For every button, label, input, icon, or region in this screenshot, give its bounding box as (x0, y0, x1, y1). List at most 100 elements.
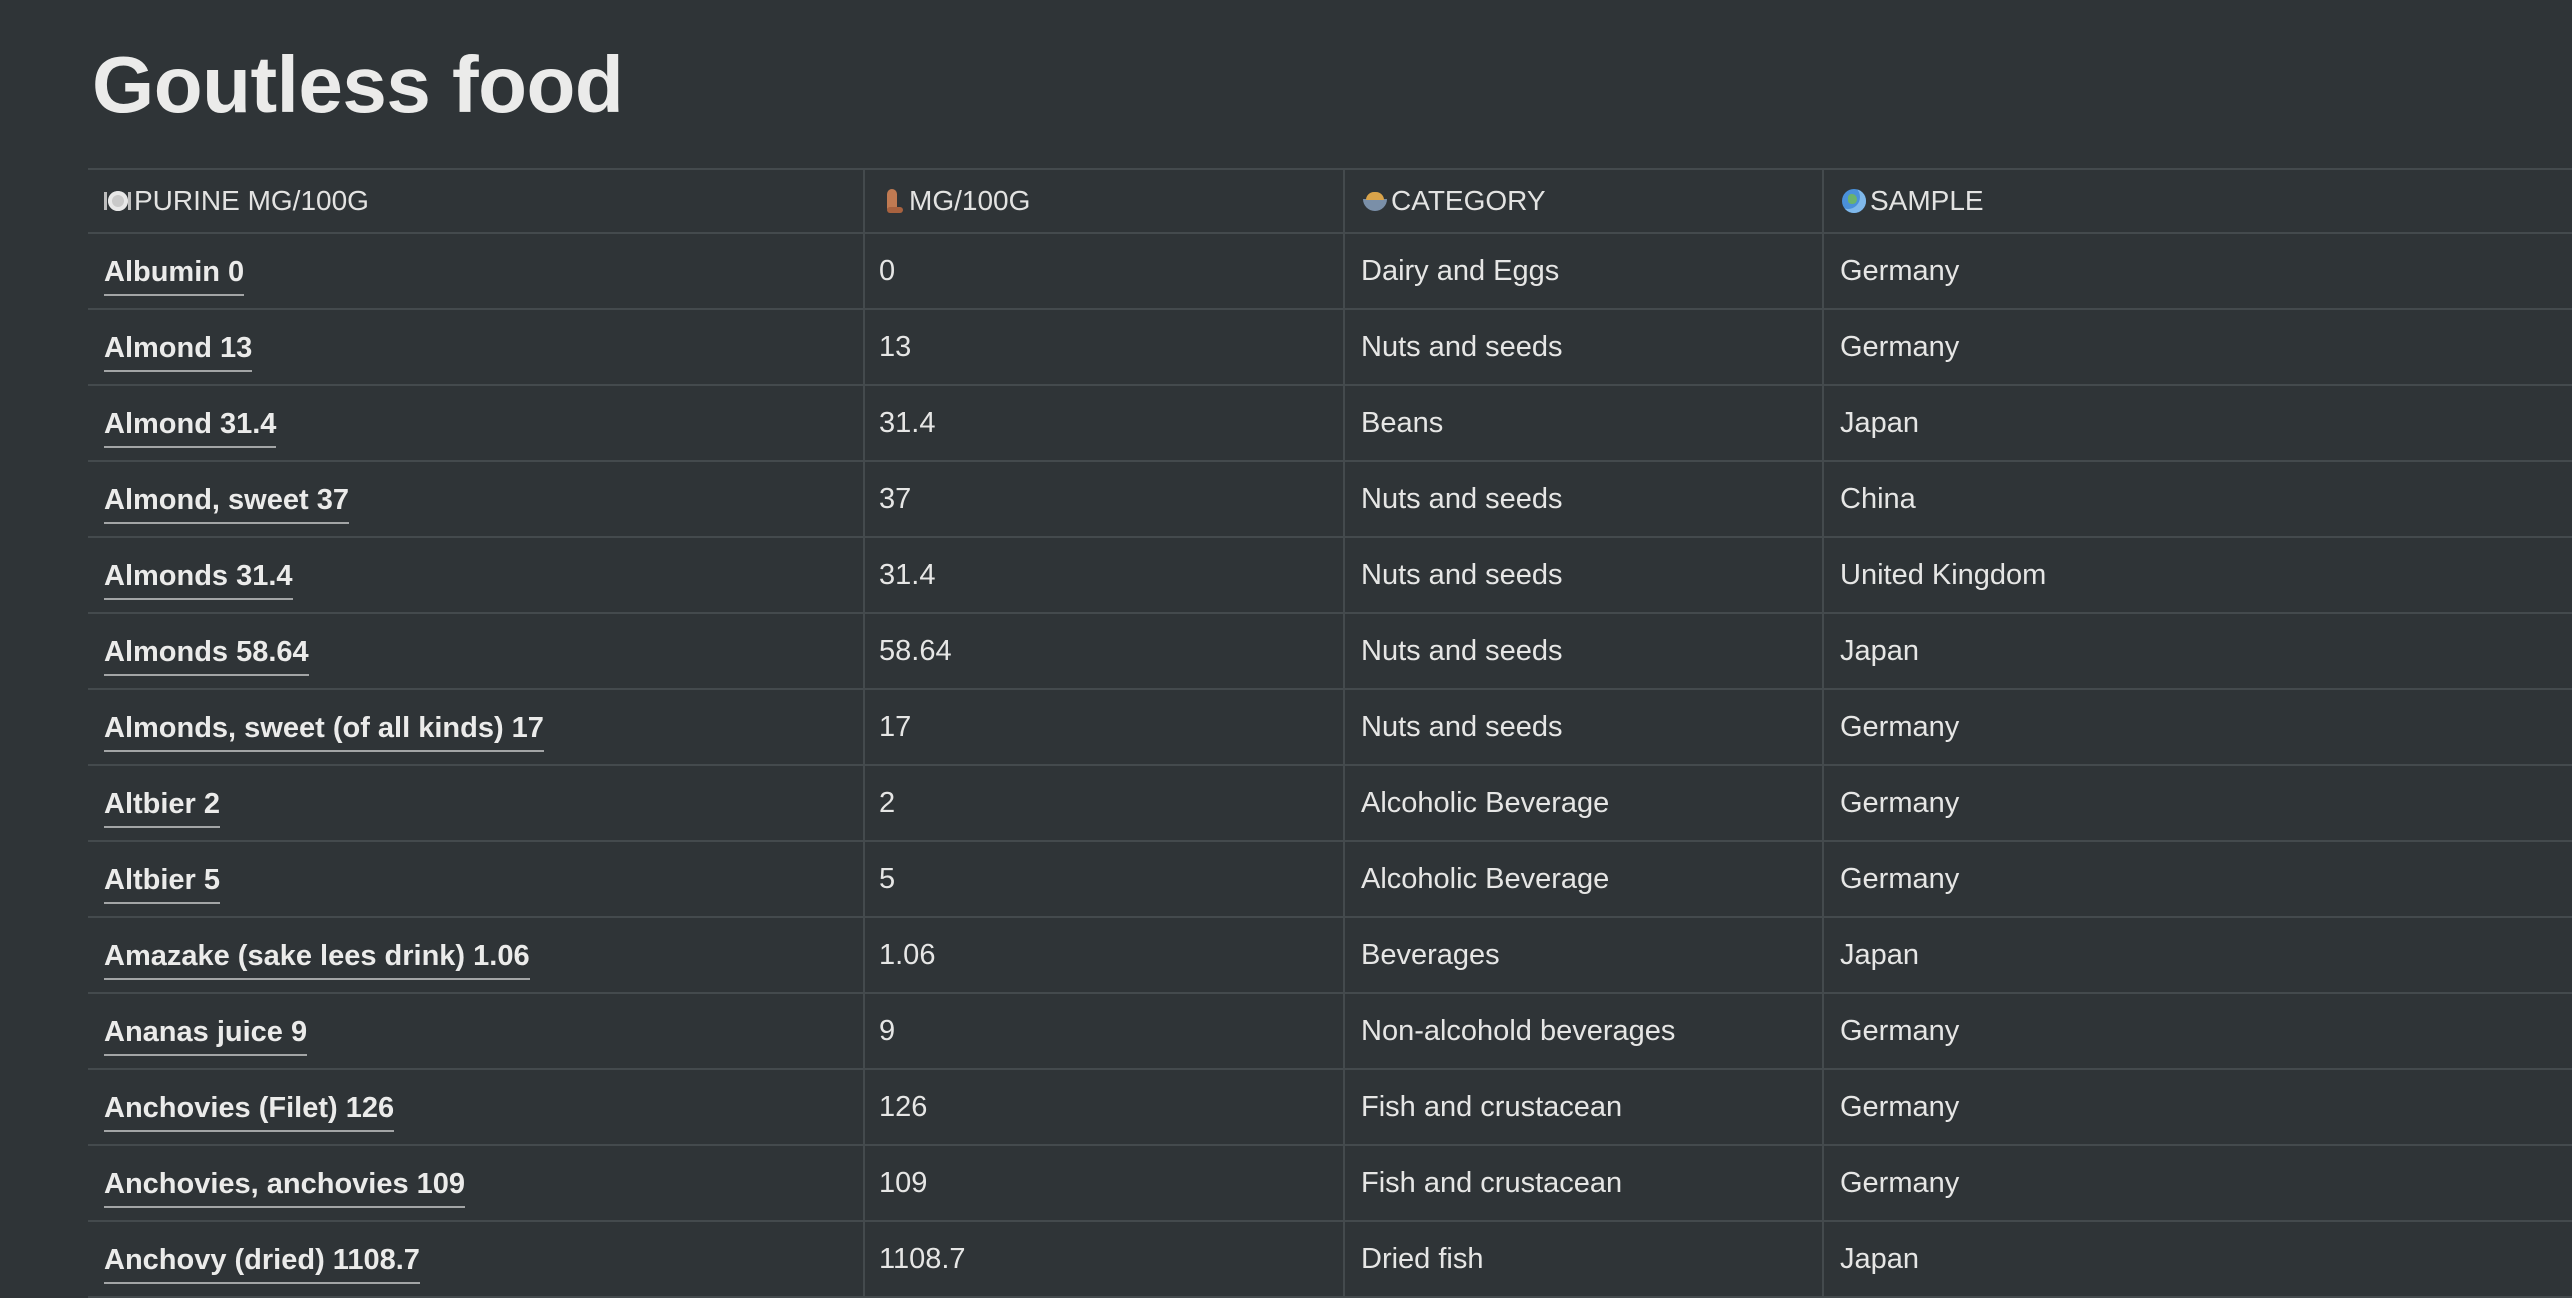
database-table: PURINE MG/100G MG/100G CATEGORY SAMPLE A… (88, 168, 2572, 1298)
name-cell[interactable]: Altbier 5 (88, 842, 865, 916)
category-cell[interactable]: Nuts and seeds (1345, 690, 1824, 764)
table-row: Almonds 58.64 58.64 Nuts and seeds Japan (88, 614, 2572, 690)
name-cell[interactable]: Albumin 0 (88, 234, 865, 308)
row-title-link[interactable]: Almond 31.4 (104, 408, 277, 448)
name-cell[interactable]: Almond 31.4 (88, 386, 865, 460)
table-row: Anchovies (Filet) 126 126 Fish and crust… (88, 1070, 2572, 1146)
mg-cell[interactable]: 5 (865, 842, 1345, 916)
category-cell[interactable]: Alcoholic Beverage (1345, 766, 1824, 840)
row-title-link[interactable]: Almond, sweet 37 (104, 484, 349, 524)
sample-cell[interactable]: Germany (1824, 842, 2572, 916)
page: Goutless food PURINE MG/100G MG/100G CAT… (0, 0, 2572, 1298)
name-cell[interactable]: Ananas juice 9 (88, 994, 865, 1068)
table-row: Almond, sweet 37 37 Nuts and seeds China (88, 462, 2572, 538)
sample-cell[interactable]: Germany (1824, 690, 2572, 764)
globe-icon (1840, 187, 1868, 215)
row-title-link[interactable]: Anchovies (Filet) 126 (104, 1092, 395, 1132)
category-cell[interactable]: Beans (1345, 386, 1824, 460)
mg-cell[interactable]: 2 (865, 766, 1345, 840)
name-cell[interactable]: Almond 13 (88, 310, 865, 384)
table-header-row: PURINE MG/100G MG/100G CATEGORY SAMPLE (88, 170, 2572, 234)
name-cell[interactable]: Anchovies (Filet) 126 (88, 1070, 865, 1144)
table-row: Anchovy (dried) 1108.7 1108.7 Dried fish… (88, 1222, 2572, 1298)
name-cell[interactable]: Almonds 31.4 (88, 538, 865, 612)
page-title: Goutless food (92, 40, 624, 129)
mg-cell[interactable]: 9 (865, 994, 1345, 1068)
mg-cell[interactable]: 1.06 (865, 918, 1345, 992)
category-cell[interactable]: Fish and crustacean (1345, 1070, 1824, 1144)
mg-cell[interactable]: 1108.7 (865, 1222, 1345, 1296)
column-header-category[interactable]: CATEGORY (1345, 170, 1824, 232)
mg-cell[interactable]: 58.64 (865, 614, 1345, 688)
column-header-label: PURINE MG/100G (134, 185, 369, 216)
row-title-link[interactable]: Altbier 2 (104, 788, 221, 828)
mg-cell[interactable]: 109 (865, 1146, 1345, 1220)
row-title-link[interactable]: Amazake (sake lees drink) 1.06 (104, 940, 530, 980)
table-row: Ananas juice 9 9 Non-alcohold beverages … (88, 994, 2572, 1070)
category-cell[interactable]: Alcoholic Beverage (1345, 842, 1824, 916)
category-cell[interactable]: Beverages (1345, 918, 1824, 992)
mg-cell[interactable]: 13 (865, 310, 1345, 384)
category-cell[interactable]: Dairy and Eggs (1345, 234, 1824, 308)
column-header-mg[interactable]: MG/100G (865, 170, 1345, 232)
name-cell[interactable]: Amazake (sake lees drink) 1.06 (88, 918, 865, 992)
row-title-link[interactable]: Altbier 5 (104, 864, 221, 904)
sample-cell[interactable]: Germany (1824, 994, 2572, 1068)
mg-cell[interactable]: 0 (865, 234, 1345, 308)
table-row: Almonds 31.4 31.4 Nuts and seeds United … (88, 538, 2572, 614)
row-title-link[interactable]: Almonds, sweet (of all kinds) 17 (104, 712, 544, 752)
sample-cell[interactable]: Japan (1824, 918, 2572, 992)
sample-cell[interactable]: China (1824, 462, 2572, 536)
plate-icon (104, 187, 132, 215)
table-row: Almond 13 13 Nuts and seeds Germany (88, 310, 2572, 386)
table-row: Almonds, sweet (of all kinds) 17 17 Nuts… (88, 690, 2572, 766)
table-row: Altbier 5 5 Alcoholic Beverage Germany (88, 842, 2572, 918)
table-row: Amazake (sake lees drink) 1.06 1.06 Beve… (88, 918, 2572, 994)
category-cell[interactable]: Dried fish (1345, 1222, 1824, 1296)
table-row: Anchovies, anchovies 109 109 Fish and cr… (88, 1146, 2572, 1222)
category-cell[interactable]: Fish and crustacean (1345, 1146, 1824, 1220)
name-cell[interactable]: Almond, sweet 37 (88, 462, 865, 536)
mg-cell[interactable]: 37 (865, 462, 1345, 536)
name-cell[interactable]: Anchovy (dried) 1108.7 (88, 1222, 865, 1296)
column-header-purine[interactable]: PURINE MG/100G (88, 170, 865, 232)
column-header-label: MG/100G (909, 185, 1031, 216)
row-title-link[interactable]: Anchovy (dried) 1108.7 (104, 1244, 420, 1284)
table-row: Albumin 0 0 Dairy and Eggs Germany (88, 234, 2572, 310)
sample-cell[interactable]: Japan (1824, 1222, 2572, 1296)
category-cell[interactable]: Nuts and seeds (1345, 614, 1824, 688)
column-header-sample[interactable]: SAMPLE (1824, 170, 2572, 232)
mg-cell[interactable]: 126 (865, 1070, 1345, 1144)
name-cell[interactable]: Altbier 2 (88, 766, 865, 840)
sample-cell[interactable]: Japan (1824, 386, 2572, 460)
sample-cell[interactable]: Germany (1824, 310, 2572, 384)
sample-cell[interactable]: Japan (1824, 614, 2572, 688)
table-row: Almond 31.4 31.4 Beans Japan (88, 386, 2572, 462)
row-title-link[interactable]: Anchovies, anchovies 109 (104, 1168, 466, 1208)
mg-cell[interactable]: 31.4 (865, 538, 1345, 612)
column-header-label: CATEGORY (1391, 185, 1546, 216)
row-title-link[interactable]: Almond 13 (104, 332, 253, 372)
row-title-link[interactable]: Almonds 31.4 (104, 560, 293, 600)
row-title-link[interactable]: Ananas juice 9 (104, 1016, 308, 1056)
sample-cell[interactable]: Germany (1824, 1146, 2572, 1220)
sample-cell[interactable]: Germany (1824, 234, 2572, 308)
row-title-link[interactable]: Almonds 58.64 (104, 636, 309, 676)
row-title-link[interactable]: Albumin 0 (104, 256, 245, 296)
mg-cell[interactable]: 17 (865, 690, 1345, 764)
name-cell[interactable]: Anchovies, anchovies 109 (88, 1146, 865, 1220)
mg-cell[interactable]: 31.4 (865, 386, 1345, 460)
sample-cell[interactable]: Germany (1824, 766, 2572, 840)
name-cell[interactable]: Almonds 58.64 (88, 614, 865, 688)
category-cell[interactable]: Nuts and seeds (1345, 310, 1824, 384)
table-row: Altbier 2 2 Alcoholic Beverage Germany (88, 766, 2572, 842)
column-header-label: SAMPLE (1870, 185, 1984, 216)
foot-icon (879, 187, 907, 215)
bowl-icon (1361, 187, 1389, 215)
category-cell[interactable]: Nuts and seeds (1345, 538, 1824, 612)
category-cell[interactable]: Nuts and seeds (1345, 462, 1824, 536)
category-cell[interactable]: Non-alcohold beverages (1345, 994, 1824, 1068)
sample-cell[interactable]: United Kingdom (1824, 538, 2572, 612)
name-cell[interactable]: Almonds, sweet (of all kinds) 17 (88, 690, 865, 764)
sample-cell[interactable]: Germany (1824, 1070, 2572, 1144)
